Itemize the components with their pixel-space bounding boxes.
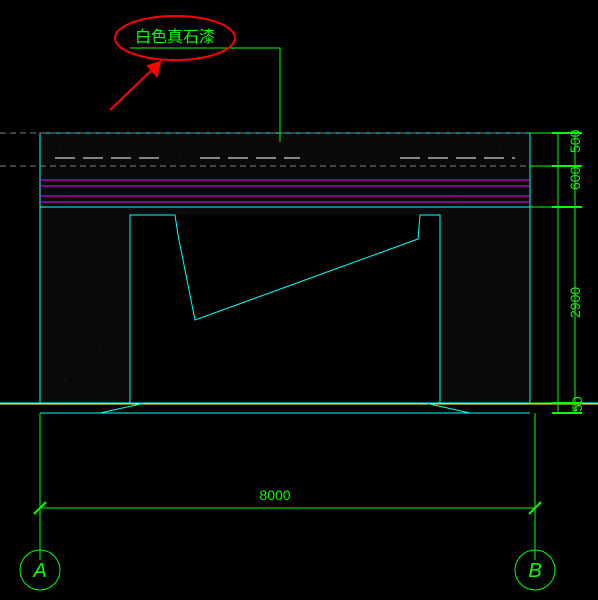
dim-8000: 8000 — [259, 487, 290, 503]
dim-2900: 2900 — [567, 287, 583, 318]
highlight-arrow-head — [148, 62, 160, 76]
dim-500: 500 — [567, 129, 583, 153]
dim-50: 50 — [569, 396, 585, 412]
dim-600: 600 — [567, 166, 583, 190]
opening-mask — [130, 215, 440, 403]
annotation-label: 白色真石漆 — [135, 28, 215, 46]
bubble-a-text: A — [32, 560, 46, 582]
leader-line — [130, 48, 280, 142]
cad-viewport[interactable]: 500 600 2900 50 8000 A B 白色真石漆 — [0, 0, 598, 600]
drawing-svg: 500 600 2900 50 8000 A B 白色真石漆 — [0, 0, 598, 600]
bubble-b-text: B — [528, 560, 541, 582]
